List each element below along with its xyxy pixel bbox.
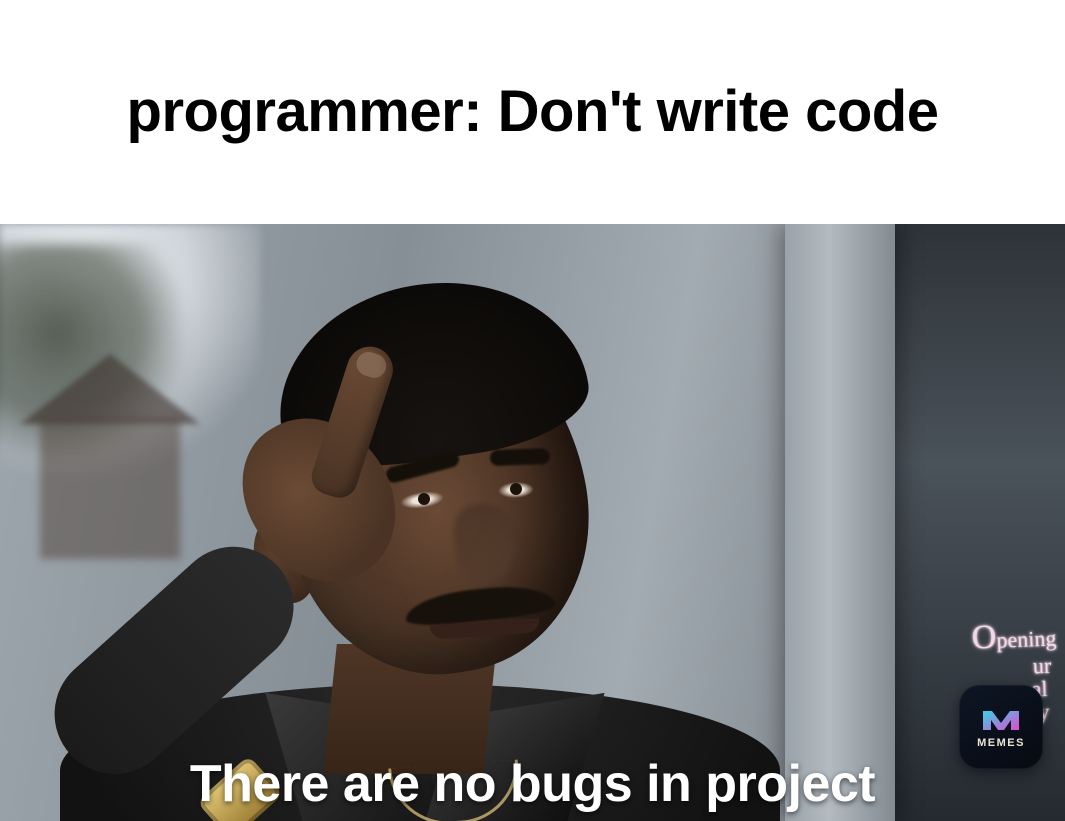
person-eyebrow-right [490,448,551,466]
bottom-caption-text: There are no bugs in project [40,754,1025,815]
top-caption-text: programmer: Don't write code [127,76,939,149]
person-pupil-right [510,483,522,495]
meme-image: Opening ur al y There are no bugs in pro… [0,224,1065,821]
background-house-roof [20,354,200,424]
memes-logo-label: MEMES [977,737,1025,749]
top-caption-area: programmer: Don't write code [0,0,1065,224]
bottom-caption-area: There are no bugs in project [0,754,1065,815]
memes-app-watermark: MEMES [959,685,1043,769]
sign-line1-rest: pening [996,626,1057,653]
sign-big-o: O [971,620,997,657]
person-pupil-left [418,493,430,505]
background-pillar [785,224,895,821]
memes-logo-icon [980,705,1022,733]
background-house-body [40,419,180,559]
